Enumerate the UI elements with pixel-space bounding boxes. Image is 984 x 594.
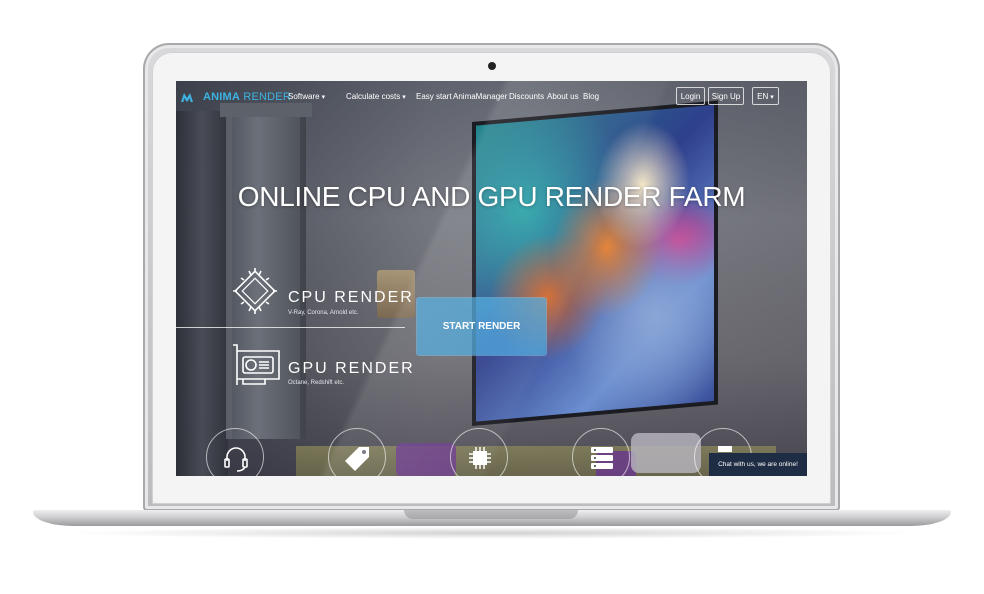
laptop-shadow [60,527,924,539]
servers-circle[interactable] [572,428,630,476]
nav-easy-start[interactable]: Easy start [416,92,452,101]
background-pillow [631,433,701,473]
chevron-down-icon: ▾ [321,94,326,101]
nav-software[interactable]: Software ▾ [288,92,325,101]
gpu-render-title[interactable]: GPU RENDER [288,360,415,378]
hardware-circle[interactable] [450,428,508,476]
gpu-render-subtitle: Octane, Redshift etc. [288,380,345,386]
nav-discounts[interactable]: Discounts [509,92,544,101]
language-selector[interactable]: EN ▾ [752,87,779,105]
hero-title: ONLINE CPU AND GPU RENDER FARM [237,181,746,212]
processor-icon [469,447,491,469]
headset-icon [224,447,248,472]
background-pillow [396,443,456,476]
cpu-render-subtitle: V-Ray, Corona, Arnold etc. [288,310,359,316]
nav-about-us[interactable]: About us [547,92,579,101]
chevron-down-icon: ▾ [402,94,406,101]
chevron-down-icon: ▾ [770,94,774,101]
top-navbar: ANIMA RENDER Software ▾ Calculate costs ▾ … [176,81,807,112]
background-curtain [176,111,228,476]
nav-animamanager[interactable]: AnimaManager [453,92,507,101]
nav-blog[interactable]: Blog [583,92,599,101]
signup-button[interactable]: Sign Up [708,87,744,105]
camera-icon [488,62,496,70]
brand-name[interactable]: ANIMA RENDER [203,91,291,103]
server-rack-icon [591,447,613,469]
laptop-hinge-notch [404,510,578,519]
price-tag-icon [345,447,369,471]
nav-calculate-costs[interactable]: Calculate costs ▾ [346,92,406,101]
anima-logo-icon[interactable] [180,89,194,103]
start-render-button[interactable]: START RENDER [417,298,546,355]
pricing-circle[interactable] [328,428,386,476]
login-button[interactable]: Login [676,87,705,105]
background-painting [472,100,718,427]
cpu-render-title[interactable]: CPU RENDER [288,289,414,307]
chat-widget[interactable]: Chat with us, we are online! [709,453,807,476]
feature-divider [176,327,405,328]
cpu-chip-icon [233,268,277,314]
gpu-card-icon [233,344,280,385]
laptop-screen: ANIMA RENDER Software ▾ Calculate costs ▾ … [176,81,807,476]
